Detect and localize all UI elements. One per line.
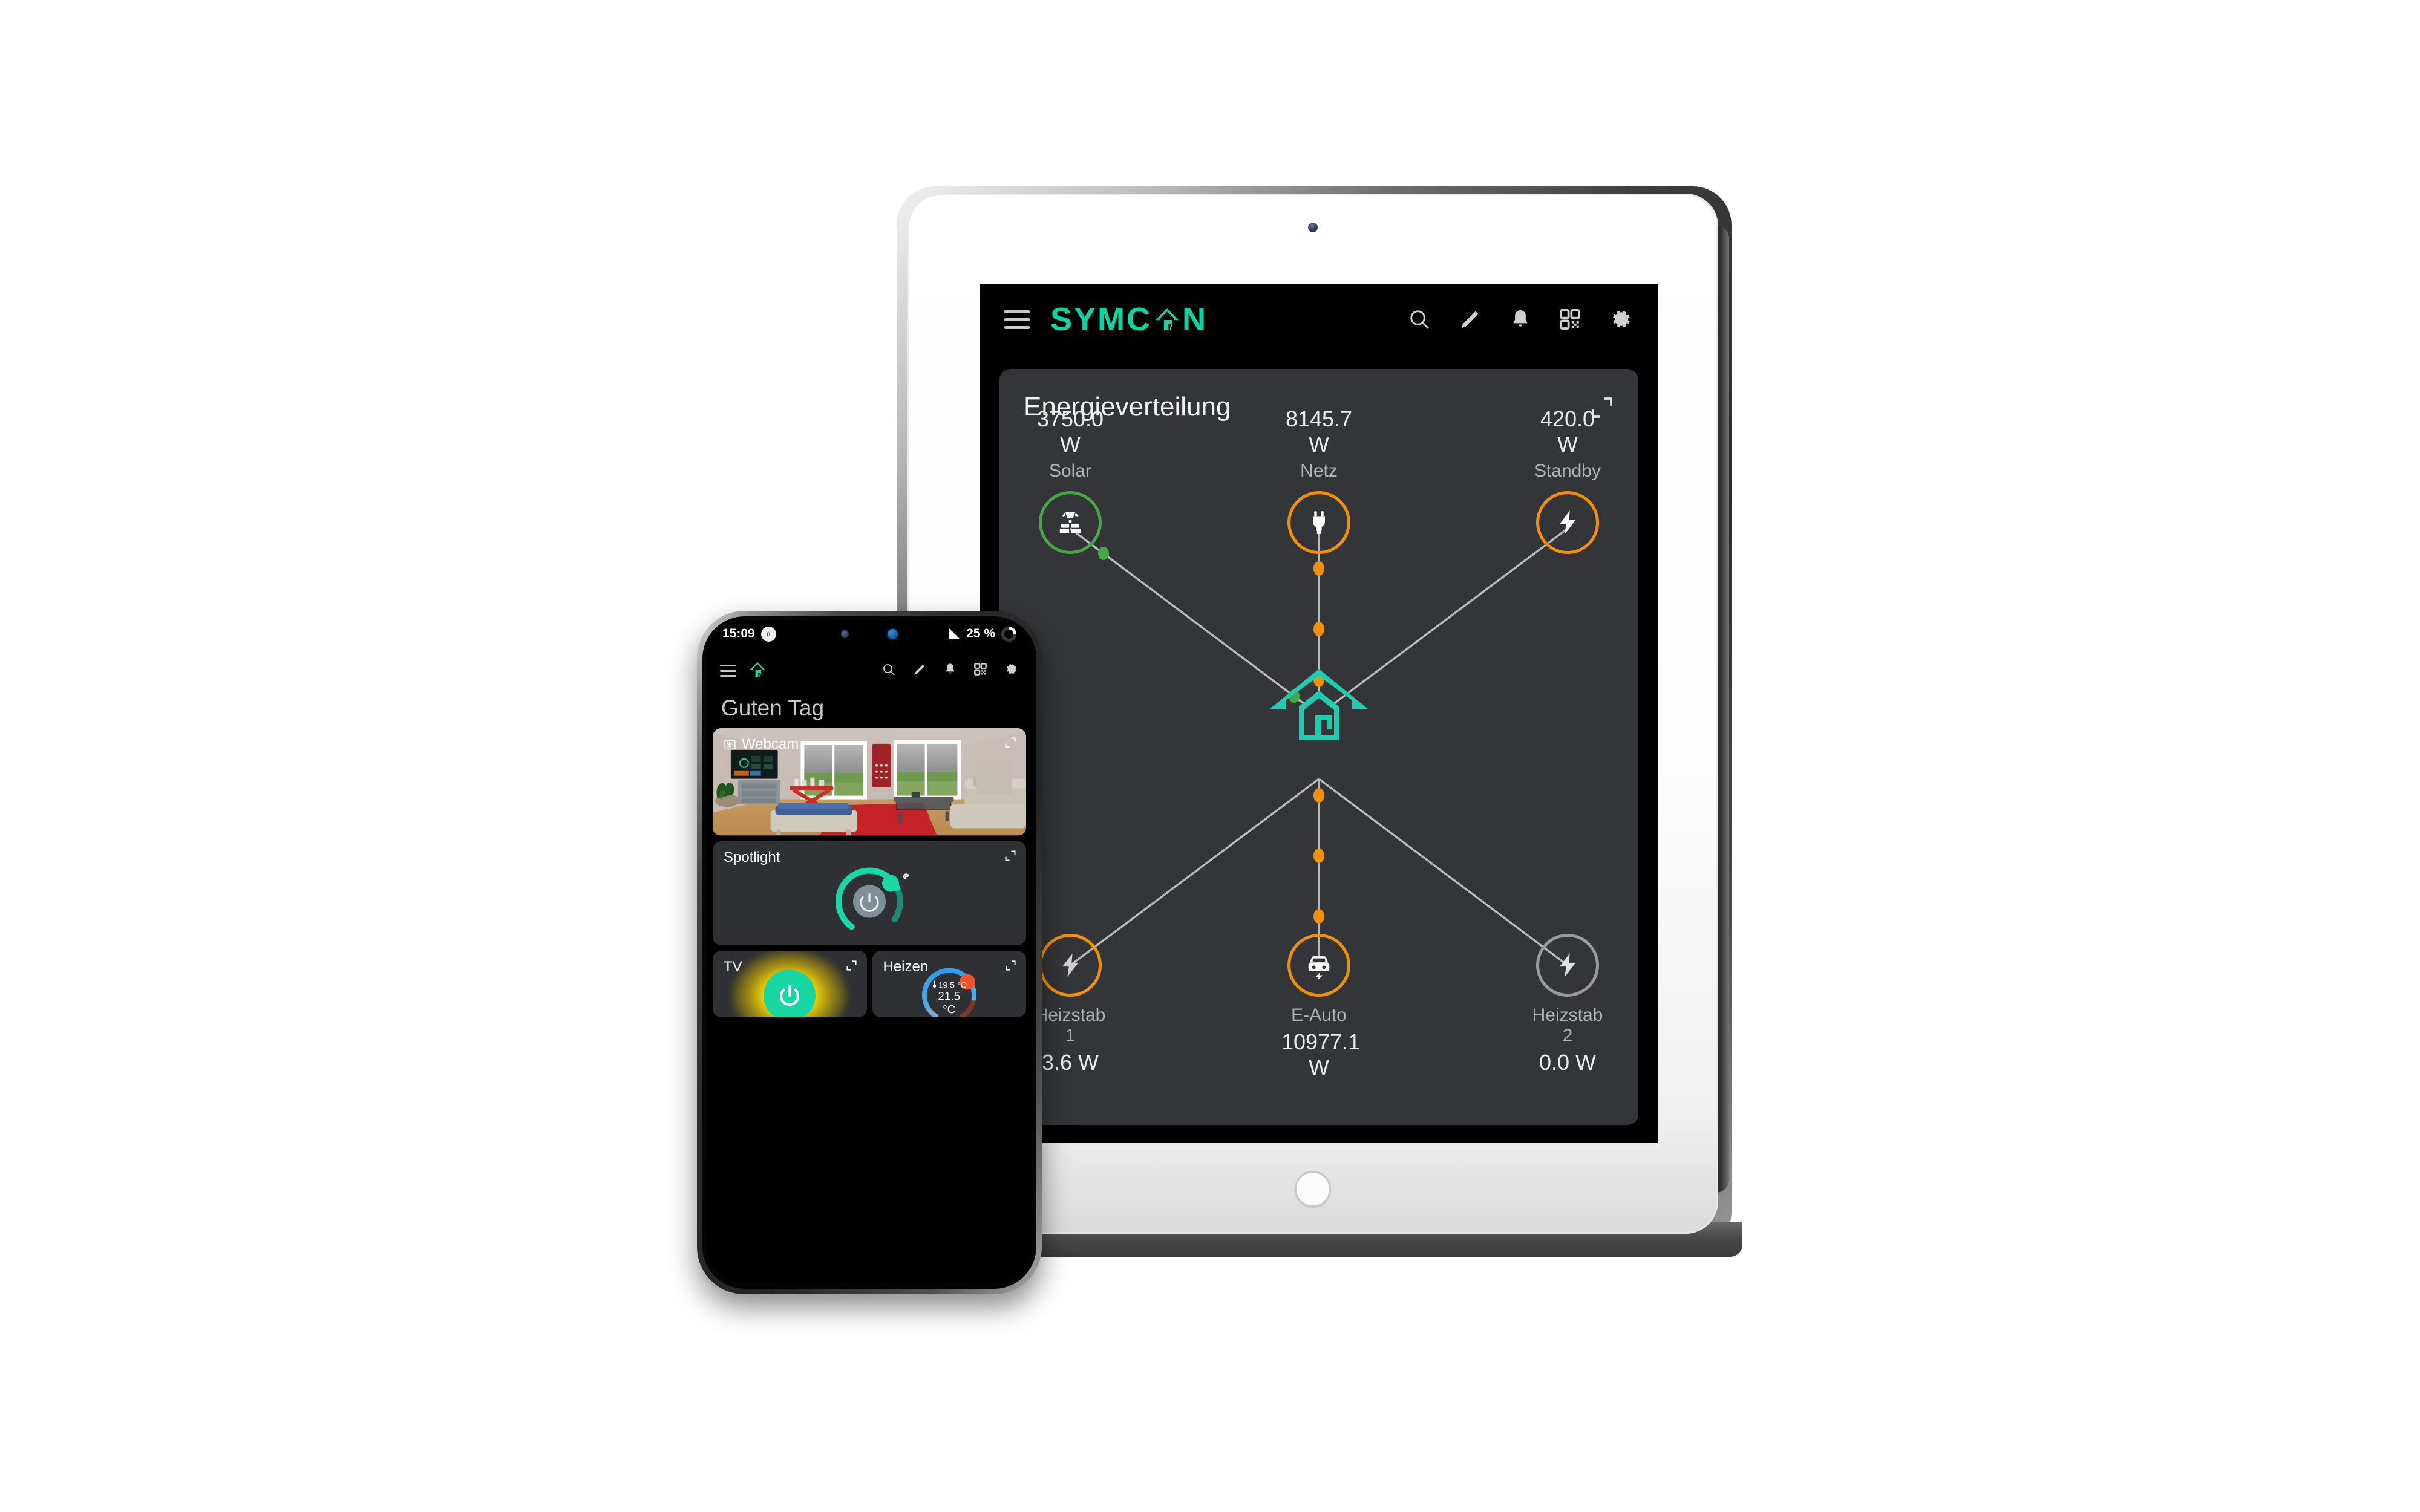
energy-node-solar[interactable]: 3750.0 W Solar <box>1033 406 1108 554</box>
symcon-logo: SYMC N <box>1050 301 1208 338</box>
expand-icon[interactable] <box>846 959 857 976</box>
page-title: Guten Tag <box>721 696 825 720</box>
lightning-bolt-icon <box>1536 491 1599 554</box>
phone-device: 15:09 n 25 % Guten Tag Webcam Spotlight … <box>697 611 1042 1294</box>
signal-strength-icon <box>949 628 961 639</box>
bell-icon[interactable] <box>943 662 957 679</box>
lightning-bolt-icon <box>1536 934 1599 997</box>
node-value: 3750.0 W <box>1036 406 1104 457</box>
hamburger-menu-icon[interactable] <box>720 664 736 677</box>
tv-power-button[interactable] <box>764 969 816 1017</box>
card-header: Spotlight <box>724 849 1016 866</box>
node-value: 8145.7 W <box>1285 406 1353 457</box>
power-plug-icon <box>1287 491 1350 554</box>
home-house-icon[interactable] <box>748 660 767 682</box>
node-label: Standby <box>1534 461 1601 481</box>
battery-percent: 25 % <box>966 627 995 640</box>
lightning-bolt-icon <box>1039 934 1102 997</box>
card-title: Spotlight <box>724 849 780 865</box>
bell-icon[interactable] <box>1509 308 1532 331</box>
pencil-icon[interactable] <box>1458 307 1482 331</box>
energy-node-netz[interactable]: 8145.7 W Netz <box>1281 406 1356 554</box>
screenshot-canvas: SYMC N Energieverteilung 3750.0 W Solar … <box>0 0 2420 1512</box>
card-header: Heizen <box>883 959 1017 976</box>
node-value: 10977.1 W <box>1281 1029 1361 1080</box>
card-title: Webcam <box>742 736 799 752</box>
gear-icon[interactable] <box>1004 662 1019 680</box>
notification-badge-icon: n <box>760 626 776 642</box>
node-label: Heizstab 1 <box>1035 1005 1106 1046</box>
expand-icon[interactable] <box>1004 849 1016 866</box>
gear-icon[interactable] <box>1608 307 1634 332</box>
palette-icon[interactable] <box>902 873 911 884</box>
dimmer-knob <box>882 875 899 892</box>
status-right: 25 % <box>949 626 1016 642</box>
dashboard-cards: Webcam Spotlight TV Heizen 19.5 °C 21.5 … <box>707 728 1032 1023</box>
node-label: Netz <box>1300 461 1338 481</box>
brand-text: SYMC <box>1050 301 1153 337</box>
thermometer-icon <box>932 980 937 989</box>
card-header: TV <box>724 959 857 976</box>
node-label: Heizstab 2 <box>1532 1005 1603 1046</box>
tablet-header-actions <box>1407 307 1634 332</box>
tablet-front-camera <box>1308 223 1318 232</box>
pencil-icon[interactable] <box>912 662 927 680</box>
tablet-app-header: SYMC N <box>980 284 1658 354</box>
node-label: E-Auto <box>1291 1005 1347 1025</box>
qr-code-icon[interactable] <box>973 662 987 679</box>
qr-code-icon[interactable] <box>1558 308 1581 331</box>
card-tv[interactable]: TV <box>713 951 867 1017</box>
phone-status-bar: 15:09 n 25 % <box>707 621 1032 647</box>
current-temperature: 19.5 °C <box>938 979 967 989</box>
camera-icon <box>724 738 736 751</box>
solar-panel-icon <box>1039 491 1102 554</box>
search-icon[interactable] <box>1407 307 1431 331</box>
heizen-readout: 19.5 °C 21.5 °C <box>932 980 967 1017</box>
energy-node-heizstab-1[interactable]: Heizstab 1 3.6 W <box>1033 934 1108 1075</box>
node-label: Solar <box>1048 461 1092 481</box>
tablet-screen: SYMC N Energieverteilung 3750.0 W Solar … <box>980 284 1658 1143</box>
search-icon[interactable] <box>881 662 896 680</box>
current-temperature-row: 19.5 °C <box>932 980 967 989</box>
phone-header-actions <box>881 662 1019 680</box>
card-title: TV <box>724 959 742 975</box>
card-header: Webcam <box>724 736 1016 753</box>
expand-icon[interactable] <box>1005 959 1016 976</box>
tablet-home-button[interactable] <box>1295 1171 1331 1207</box>
expand-icon[interactable] <box>1004 736 1016 753</box>
card-webcam[interactable]: Webcam <box>713 728 1026 836</box>
battery-icon <box>1001 626 1016 642</box>
energy-distribution-card: Energieverteilung 3750.0 W Solar 8145.7 … <box>999 369 1638 1125</box>
electric-car-icon <box>1287 934 1350 997</box>
spotlight-dimmer[interactable] <box>829 862 909 945</box>
home-house-icon <box>1267 666 1370 748</box>
node-value: 3.6 W <box>1041 1050 1099 1075</box>
home-house-icon <box>1154 306 1180 333</box>
cards-row: TV Heizen 19.5 °C 21.5 °C <box>713 951 1026 1023</box>
energy-node-standby[interactable]: 420.0 W Standby <box>1530 406 1605 554</box>
status-clock: 15:09 <box>722 627 755 640</box>
phone-app-header <box>707 652 1032 689</box>
status-left: 15:09 n <box>722 626 776 642</box>
target-temperature: 21.5 °C <box>938 989 961 1016</box>
card-title: Heizen <box>883 959 929 975</box>
brand-text-end: N <box>1182 301 1208 337</box>
energy-node-e-auto[interactable]: E-Auto 10977.1 W <box>1281 934 1361 1080</box>
phone-screen: 15:09 n 25 % Guten Tag Webcam Spotlight … <box>707 621 1032 1283</box>
node-value: 0.0 W <box>1539 1050 1597 1075</box>
card-spotlight[interactable]: Spotlight <box>713 841 1026 945</box>
hamburger-menu-icon[interactable] <box>1004 310 1030 329</box>
card-heizen[interactable]: Heizen 19.5 °C 21.5 °C <box>872 951 1026 1017</box>
node-value: 420.0 W <box>1540 406 1595 457</box>
energy-node-heizstab-2[interactable]: Heizstab 2 0.0 W <box>1530 934 1605 1075</box>
dimmer-ring[interactable] <box>829 862 909 942</box>
